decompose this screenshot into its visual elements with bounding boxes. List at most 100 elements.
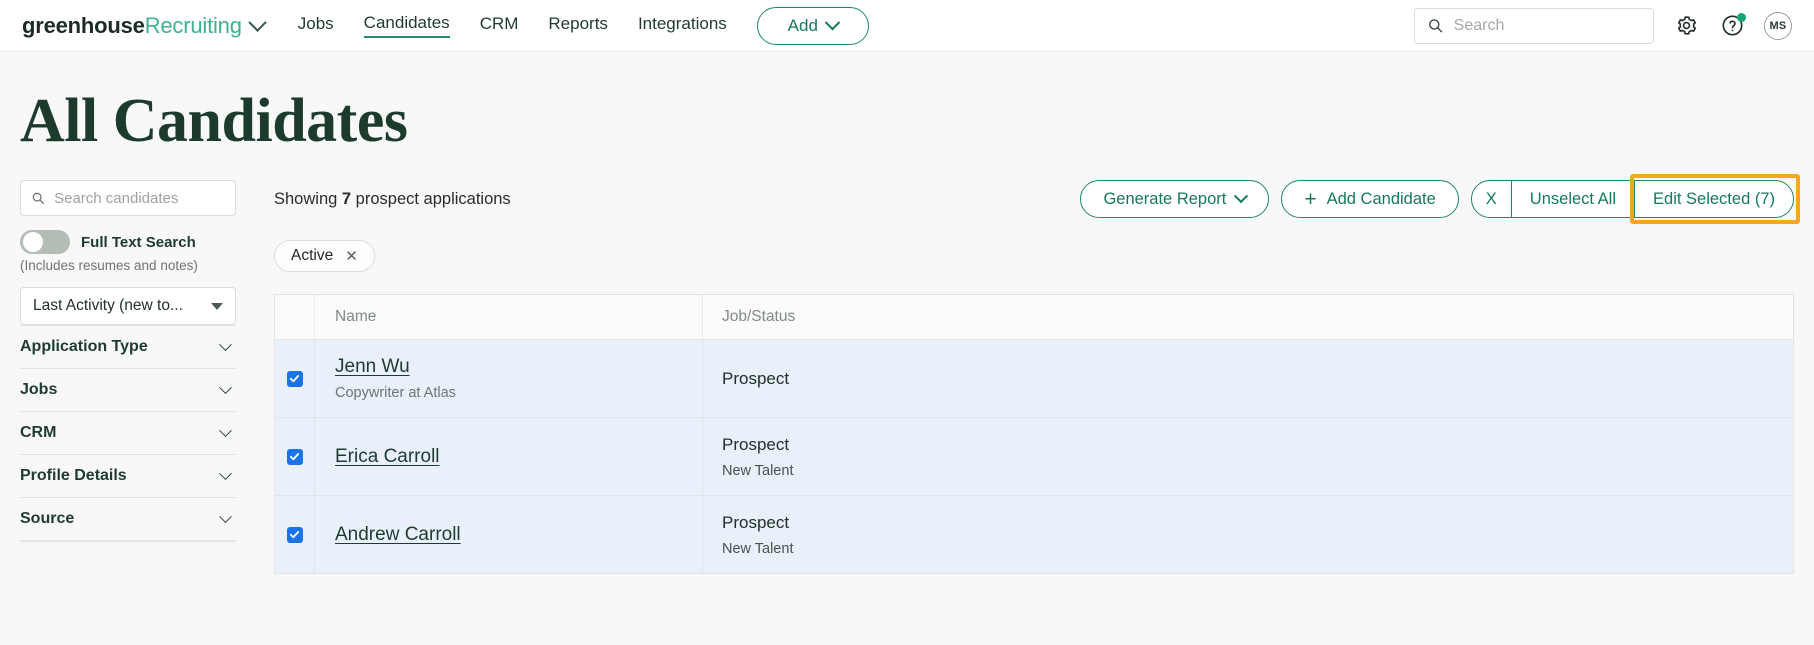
showing-suffix: prospect applications	[355, 189, 511, 208]
showing-count: 7	[341, 189, 352, 208]
nav-item-candidates[interactable]: Candidates	[363, 13, 450, 38]
chevron-down-icon[interactable]	[248, 13, 267, 32]
filters-sidebar: Full Text Search (Includes resumes and n…	[20, 180, 236, 574]
select-all-header-cell	[275, 295, 315, 339]
results-toolbar: Showing 7 prospect applications Generate…	[274, 174, 1800, 224]
filter-section-profile-details[interactable]: Profile Details	[20, 454, 236, 497]
plus-icon: +	[1304, 187, 1317, 211]
generate-report-button[interactable]: Generate Report	[1080, 180, 1270, 218]
active-filter-chips: Active ✕	[274, 240, 1794, 272]
row-checkbox-cell	[275, 496, 315, 573]
add-candidate-label: Add Candidate	[1326, 189, 1436, 208]
brand-secondary-text: Recruiting	[144, 12, 242, 38]
job-status-value: Prospect	[722, 434, 790, 454]
table-header-row: Name Job/Status	[275, 295, 1793, 340]
nav-right-cluster: MS	[1414, 7, 1792, 44]
nav-item-integrations[interactable]: Integrations	[638, 14, 727, 37]
main-nav-links: Jobs Candidates CRM Reports Integrations	[298, 13, 727, 38]
row-checkbox[interactable]	[286, 370, 303, 387]
checkmark-icon	[289, 453, 300, 461]
filter-section-label: Source	[20, 510, 75, 527]
global-search-input[interactable]	[1453, 16, 1641, 35]
row-job-status-cell: Prospect New Talent	[703, 496, 1793, 573]
edit-selected-label: Edit Selected (7)	[1653, 189, 1775, 208]
table-body: Jenn Wu Copywriter at Atlas Prospect Eri…	[275, 340, 1793, 574]
full-text-search-toggle[interactable]	[20, 230, 70, 254]
filter-section-source[interactable]: Source	[20, 497, 236, 540]
row-checkbox-cell	[275, 418, 315, 495]
full-text-search-sublabel: (Includes resumes and notes)	[20, 258, 198, 273]
global-search-box[interactable]	[1414, 7, 1654, 44]
candidate-search-box[interactable]	[20, 180, 236, 216]
job-status-sub: New Talent	[722, 540, 794, 557]
gear-icon	[1677, 16, 1696, 35]
help-button[interactable]	[1718, 12, 1746, 40]
row-job-status-cell: Prospect	[703, 340, 1793, 417]
table-row[interactable]: Erica Carroll Prospect New Talent	[275, 418, 1793, 496]
chevron-down-icon	[824, 14, 841, 31]
add-button[interactable]: Add	[756, 6, 869, 45]
close-icon[interactable]: ✕	[345, 249, 358, 264]
row-name-cell: Andrew Carroll	[315, 496, 703, 573]
chevron-down-icon	[219, 380, 232, 394]
row-checkbox[interactable]	[286, 448, 303, 465]
filter-section-label: CRM	[20, 424, 57, 441]
filter-section-crm[interactable]: CRM	[20, 411, 236, 454]
brand-primary-text: greenhouse	[22, 12, 145, 38]
chevron-down-icon	[211, 302, 223, 310]
checkmark-icon	[289, 375, 300, 383]
candidates-table: Name Job/Status Jenn Wu Copywriter at At…	[274, 294, 1794, 574]
nav-item-reports[interactable]: Reports	[548, 14, 608, 37]
results-count-text: Showing 7 prospect applications	[274, 190, 511, 209]
candidate-name-link[interactable]: Jenn Wu	[335, 356, 410, 378]
unselect-x-button[interactable]: X	[1472, 181, 1511, 217]
filter-section-label: Application Type	[20, 338, 148, 355]
nav-item-crm[interactable]: CRM	[480, 14, 519, 37]
candidate-name-link[interactable]: Erica Carroll	[335, 446, 440, 468]
avatar[interactable]: MS	[1764, 11, 1792, 40]
edit-selected-button[interactable]: Edit Selected (7)	[1630, 174, 1800, 224]
toggle-knob	[23, 232, 43, 252]
chevron-down-icon	[219, 337, 232, 351]
main-content: Showing 7 prospect applications Generate…	[236, 174, 1814, 574]
column-header-name[interactable]: Name	[315, 295, 703, 339]
candidate-subtitle: Copywriter at Atlas	[335, 385, 456, 401]
generate-report-label: Generate Report	[1103, 189, 1227, 208]
settings-button[interactable]	[1672, 12, 1700, 40]
filter-chip-active[interactable]: Active ✕	[274, 240, 375, 272]
row-checkbox[interactable]	[286, 526, 303, 543]
full-text-search-row: Full Text Search	[20, 230, 236, 254]
candidate-search-input[interactable]	[54, 189, 225, 207]
job-status-value: Prospect	[722, 512, 790, 532]
checkmark-icon	[289, 531, 300, 539]
filter-section-jobs[interactable]: Jobs	[20, 368, 236, 411]
selection-split-button: X Unselect All Edit Selected (7)	[1470, 174, 1800, 224]
showing-prefix: Showing	[274, 189, 338, 208]
column-header-job-status[interactable]: Job/Status	[703, 295, 1793, 339]
notification-dot	[1737, 12, 1746, 22]
job-status-sub: New Talent	[722, 462, 794, 479]
candidate-name-link[interactable]: Andrew Carroll	[335, 524, 461, 546]
unselect-all-button[interactable]: Unselect All	[1510, 181, 1634, 217]
sort-select-value: Last Activity (new to...	[33, 297, 183, 314]
add-button-label: Add	[787, 15, 818, 35]
nav-item-jobs[interactable]: Jobs	[298, 14, 334, 37]
filter-section-label: Jobs	[20, 381, 58, 398]
filter-chip-label: Active	[291, 247, 334, 264]
action-buttons: Generate Report + Add Candidate X Unsele…	[1080, 174, 1800, 224]
job-status-value: Prospect	[722, 368, 790, 388]
table-row[interactable]: Jenn Wu Copywriter at Atlas Prospect	[275, 340, 1793, 418]
row-job-status-cell: Prospect New Talent	[703, 418, 1793, 495]
chevron-down-icon	[1234, 189, 1249, 204]
chevron-down-icon	[219, 509, 232, 523]
top-navigation-bar: greenhouseRecruiting Jobs Candidates CRM…	[0, 0, 1814, 52]
chevron-down-icon	[219, 466, 232, 480]
sort-select[interactable]: Last Activity (new to...	[20, 287, 236, 325]
search-icon	[32, 192, 44, 204]
table-row[interactable]: Andrew Carroll Prospect New Talent	[275, 496, 1793, 574]
brand-logo[interactable]: greenhouseRecruiting	[22, 12, 267, 39]
filter-section-application-type[interactable]: Application Type	[20, 325, 236, 368]
page-body: Full Text Search (Includes resumes and n…	[0, 174, 1814, 574]
add-candidate-button[interactable]: + Add Candidate	[1281, 180, 1459, 218]
page-title: All Candidates	[20, 87, 408, 155]
